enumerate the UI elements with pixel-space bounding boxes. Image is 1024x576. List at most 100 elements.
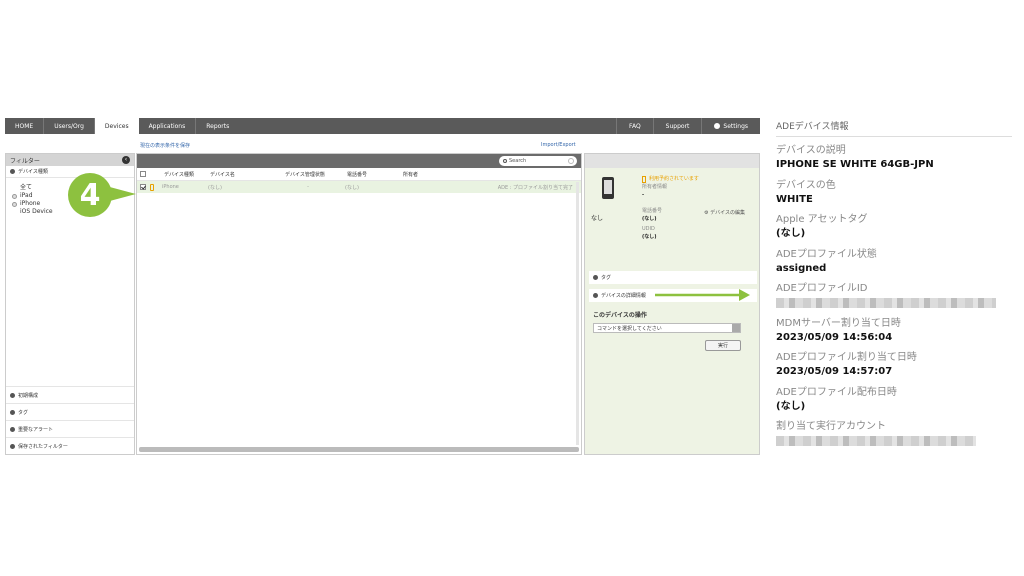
search-placeholder: Search bbox=[509, 158, 527, 164]
field-label: デバイスの色 bbox=[776, 179, 836, 191]
nav-link-label: Support bbox=[665, 122, 690, 130]
phone-label: 電話番号 bbox=[642, 208, 663, 214]
field-value: WHITE bbox=[776, 193, 813, 205]
expand-icon bbox=[10, 409, 15, 415]
horizontal-scrollbar[interactable] bbox=[139, 447, 579, 452]
nav-tab-label: Reports bbox=[206, 122, 230, 130]
cell-ade-status: ADE : プロファイル割り当て完了 bbox=[497, 184, 573, 191]
filter-section-tag[interactable]: タグ bbox=[6, 403, 134, 420]
radio-icon bbox=[12, 201, 17, 207]
radio-icon bbox=[12, 193, 17, 199]
detail-panel-header bbox=[585, 154, 759, 168]
expand-icon bbox=[10, 443, 15, 449]
owner-info-value: - bbox=[642, 192, 645, 198]
clear-icon[interactable] bbox=[568, 158, 574, 164]
filter-panel-header: フィルター ‹ bbox=[6, 154, 134, 166]
column-header-device-name[interactable]: デバイス名 bbox=[210, 171, 285, 178]
filter-section-saved[interactable]: 保存されたフィルター bbox=[6, 437, 134, 454]
ade-info-fields: デバイスの説明 IPHONE SE WHITE 64GB-JPN デバイスの色 WH… bbox=[776, 144, 1012, 455]
field-label: Apple アセットタグ bbox=[776, 214, 868, 225]
iphone-icon bbox=[150, 183, 154, 191]
top-nav: HOME Users/Org Devices Applications Repo… bbox=[5, 118, 760, 134]
info-field: ADEプロファイル状態 assigned bbox=[776, 248, 1012, 283]
run-button[interactable]: 実行 bbox=[705, 340, 741, 351]
section-label: タグ bbox=[601, 275, 612, 281]
owner-info-label: 所有者情報 bbox=[642, 184, 668, 190]
cell-device-name: (なし) bbox=[208, 184, 222, 191]
select-all-checkbox[interactable] bbox=[140, 171, 146, 177]
expand-icon bbox=[593, 293, 598, 298]
filter-section-device-type[interactable]: デバイス種類 bbox=[6, 166, 134, 178]
device-list-panel: Search デバイス種類 デバイス名 デバイス管理状態 電話番号 所有者 iP… bbox=[136, 153, 582, 455]
section-label: タグ bbox=[18, 409, 29, 416]
collapse-icon[interactable]: ‹ bbox=[122, 156, 130, 164]
device-summary: 利用予約されています 所有者情報 - 電話番号 (なし) UDID (なし) bbox=[642, 175, 699, 241]
save-filter-link[interactable]: 現在の表示条件を保存 bbox=[140, 142, 190, 149]
search-icon bbox=[503, 159, 507, 163]
field-value: (なし) bbox=[776, 228, 806, 239]
nav-link-label: Settings bbox=[723, 122, 748, 130]
nav-tab-home[interactable]: HOME bbox=[5, 118, 45, 134]
field-label: ADEプロファイルID bbox=[776, 283, 868, 294]
nav-tab-label: Applications bbox=[148, 122, 186, 130]
nav-settings-link[interactable]: Settings bbox=[701, 118, 760, 134]
nav-tab-applications[interactable]: Applications bbox=[139, 118, 197, 134]
import-export-link[interactable]: Import/Export bbox=[541, 142, 576, 148]
nav-tab-label: HOME bbox=[15, 122, 34, 130]
filter-label: 全て bbox=[20, 184, 33, 191]
filter-section-alerts[interactable]: 重要なアラート bbox=[6, 420, 134, 437]
column-header-owner[interactable]: 所有者 bbox=[403, 171, 463, 178]
command-select-value: コマンドを選択してください bbox=[597, 325, 662, 332]
field-label: ADEプロファイル配布日時 bbox=[776, 386, 897, 398]
edit-device-link[interactable]: ⚙ デバイスの編集 bbox=[704, 209, 745, 216]
section-label: デバイスの詳細情報 bbox=[601, 293, 646, 299]
table-row[interactable]: iPhone (なし) - (なし) ADE : プロファイル割り当て完了 bbox=[137, 181, 581, 193]
filter-bottom-sections: 初期構成 タグ 重要なアラート 保存されたフィルター bbox=[6, 386, 134, 454]
device-list-toolbar: Search bbox=[137, 154, 581, 168]
field-value: (なし) bbox=[776, 400, 806, 412]
nav-tab-label: Users/Org bbox=[54, 122, 84, 130]
column-header-management-state[interactable]: デバイス管理状態 bbox=[285, 171, 347, 178]
expand-icon bbox=[593, 275, 598, 280]
field-value: assigned bbox=[776, 262, 827, 274]
info-field: デバイスの説明 IPHONE SE WHITE 64GB-JPN bbox=[776, 144, 1012, 179]
chevron-down-icon bbox=[732, 324, 740, 332]
nav-tab-devices[interactable]: Devices bbox=[94, 118, 139, 134]
info-field: デバイスの色 WHITE bbox=[776, 179, 1012, 214]
section-label: デバイス種類 bbox=[18, 169, 48, 175]
gear-icon bbox=[714, 123, 721, 129]
section-label: 重要なアラート bbox=[18, 426, 54, 433]
section-label: 保存されたフィルター bbox=[18, 443, 68, 450]
vertical-scrollbar[interactable] bbox=[576, 182, 579, 445]
field-value: 2023/05/09 14:57:07 bbox=[776, 366, 893, 377]
column-header-device-type[interactable]: デバイス種類 bbox=[164, 171, 210, 178]
field-label: MDMサーバー割り当て日時 bbox=[776, 317, 901, 329]
ade-info-panel: ADEデバイス情報 デバイスの説明 IPHONE SE WHITE 64GB-JP… bbox=[776, 116, 1012, 455]
redacted-value bbox=[776, 298, 996, 308]
availability-text: 利用予約されています bbox=[649, 176, 699, 182]
table-header: デバイス種類 デバイス名 デバイス管理状態 電話番号 所有者 bbox=[137, 168, 581, 181]
availability-status: 利用予約されています bbox=[642, 175, 699, 183]
cell-management-state: - bbox=[307, 184, 309, 190]
info-field: ADEプロファイル割り当て日時 2023/05/09 14:57:07 bbox=[776, 351, 1012, 386]
info-field: 割り当て実行アカウント bbox=[776, 420, 1012, 455]
arrow-right-icon bbox=[655, 289, 750, 301]
nav-support-link[interactable]: Support bbox=[652, 118, 702, 134]
field-value: 2023/05/09 14:56:04 bbox=[776, 331, 893, 343]
search-input[interactable]: Search bbox=[499, 156, 577, 166]
nav-faq-link[interactable]: FAQ bbox=[616, 118, 653, 134]
tag-section[interactable]: タグ bbox=[589, 271, 757, 284]
row-checkbox[interactable] bbox=[140, 184, 146, 190]
nav-tab-reports[interactable]: Reports bbox=[196, 118, 239, 134]
expand-icon bbox=[10, 169, 15, 174]
info-field: ADEプロファイル配布日時 (なし) bbox=[776, 386, 1012, 421]
column-header-phone[interactable]: 電話番号 bbox=[347, 171, 403, 178]
udid-label: UDID bbox=[642, 226, 655, 232]
command-select[interactable]: コマンドを選択してください bbox=[593, 323, 741, 333]
info-field: MDMサーバー割り当て日時 2023/05/09 14:56:04 bbox=[776, 317, 1012, 352]
device-detail-panel: なし 利用予約されています 所有者情報 - 電話番号 (なし) UDID (なし… bbox=[584, 153, 760, 455]
nav-tab-users-org[interactable]: Users/Org bbox=[44, 118, 95, 134]
screenshot-stage: HOME Users/Org Devices Applications Repo… bbox=[0, 0, 1024, 576]
filter-section-initial-config[interactable]: 初期構成 bbox=[6, 386, 134, 403]
